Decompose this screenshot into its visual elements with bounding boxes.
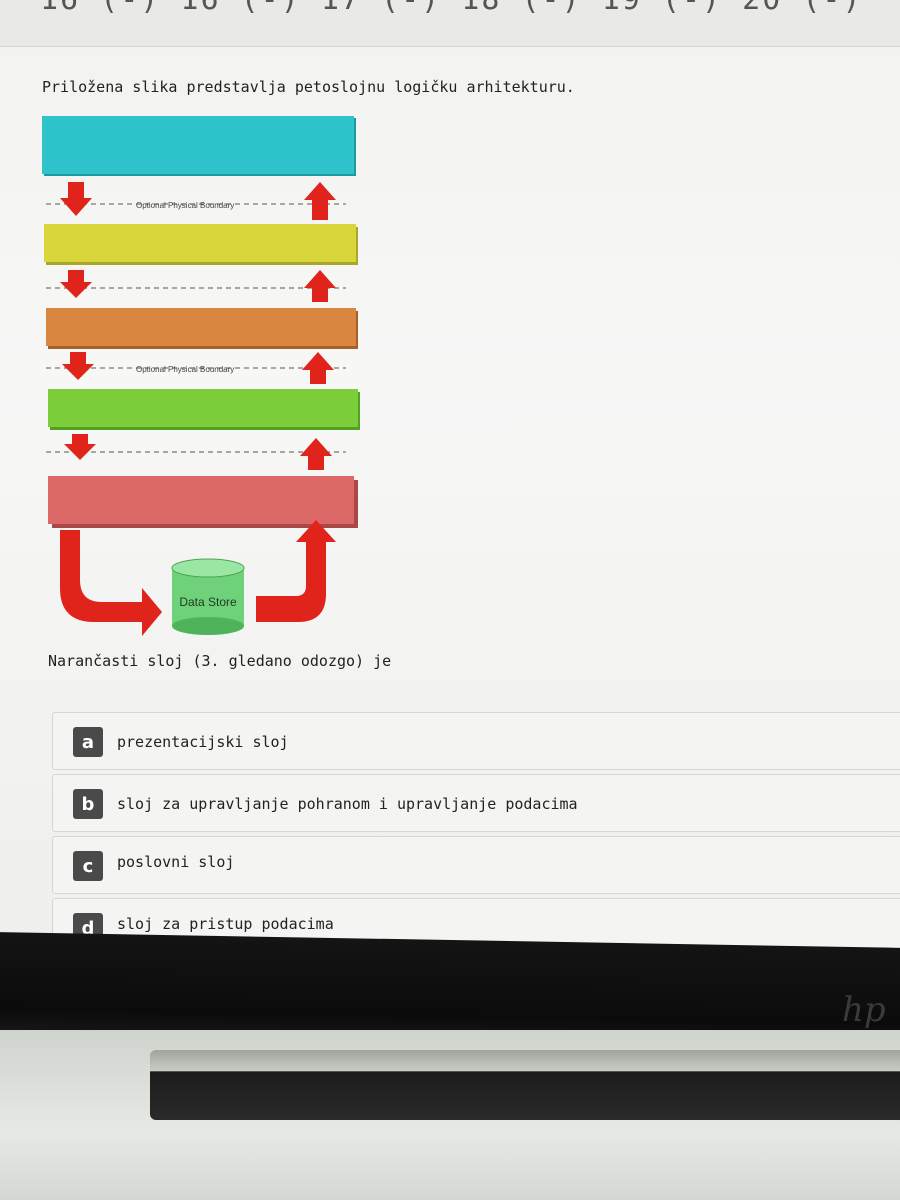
boundary-label-1: Optional Physical Boundary — [136, 201, 234, 210]
to-datastore-arrow — [60, 530, 162, 636]
answer-option-b[interactable]: b sloj za upravljanje pohranom i upravlj… — [52, 774, 900, 832]
data-store-label: Data Store — [179, 595, 237, 609]
layer-5-red — [48, 476, 358, 528]
up-arrow-4 — [300, 438, 332, 470]
layer-2-yellow — [44, 224, 358, 265]
down-arrow-4 — [64, 434, 96, 460]
down-arrow-3 — [62, 352, 94, 380]
from-datastore-arrow — [256, 520, 336, 622]
answer-option-c[interactable]: c poslovni sloj — [52, 836, 900, 894]
question-nav-bar: 16 (-) 16 (-) 17 (-) 18 (-) 19 (-) 20 (-… — [0, 0, 900, 47]
option-letter-badge: b — [73, 789, 103, 819]
question-prompt: Narančasti sloj (3. gledano odozgo) je — [48, 652, 392, 670]
answer-option-a[interactable]: a prezentacijski sloj — [52, 712, 900, 770]
down-arrow-2 — [60, 270, 92, 298]
up-arrow-2 — [304, 270, 336, 302]
brand-logo: hp — [842, 990, 886, 1030]
layer-3-orange — [46, 308, 358, 349]
up-arrow-3 — [302, 352, 334, 384]
question-nav-numbers[interactable]: 16 (-) 16 (-) 17 (-) 18 (-) 19 (-) 20 (-… — [40, 0, 863, 17]
layer-1-cyan — [42, 116, 356, 176]
screen: 16 (-) 16 (-) 17 (-) 18 (-) 19 (-) 20 (-… — [0, 0, 900, 950]
option-letter-badge: c — [73, 851, 103, 881]
option-label: prezentacijski sloj — [117, 733, 289, 751]
option-label: sloj za pristup podacima — [117, 915, 334, 933]
up-arrow-1 — [304, 182, 336, 220]
data-store-cylinder: Data Store — [171, 558, 245, 635]
laptop-hinge — [150, 1050, 900, 1120]
option-label: sloj za upravljanje pohranom i upravljan… — [117, 795, 578, 813]
option-letter-badge: a — [73, 727, 103, 757]
layered-architecture-diagram: Optional Physical Boundary Optional Phys… — [42, 116, 360, 636]
question-intro: Priložena slika predstavlja petoslojnu l… — [42, 78, 575, 96]
option-label: poslovni sloj — [117, 853, 235, 871]
boundary-label-2: Optional Physical Boundary — [136, 365, 234, 374]
layer-4-green — [48, 389, 360, 430]
down-arrow-1 — [60, 182, 92, 216]
